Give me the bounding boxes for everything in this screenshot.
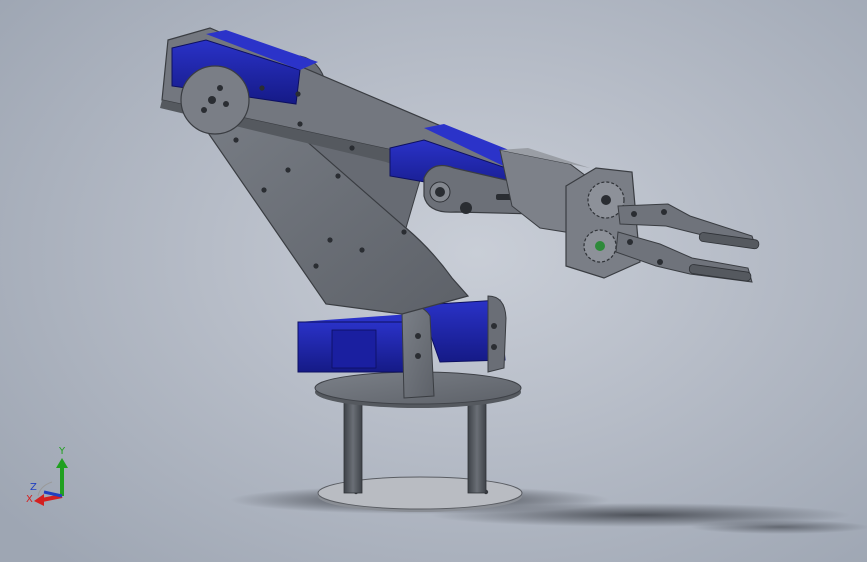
robot-arm-model[interactable]: Y Z X	[0, 0, 867, 562]
triad-y-arrow-icon	[56, 458, 68, 468]
triad-z-label: Z	[30, 482, 37, 493]
cad-viewport[interactable]: Y Z X	[0, 0, 867, 562]
triad-z-axis-icon	[43, 490, 63, 498]
triad-y-label: Y	[58, 446, 66, 457]
coordinate-triad[interactable]: Y Z X	[26, 446, 68, 506]
shoulder-hub[interactable]	[180, 65, 250, 135]
triad-x-arrow-icon	[34, 494, 44, 506]
triad-x-label: X	[26, 494, 33, 505]
gripper-gear-lower	[583, 229, 617, 263]
